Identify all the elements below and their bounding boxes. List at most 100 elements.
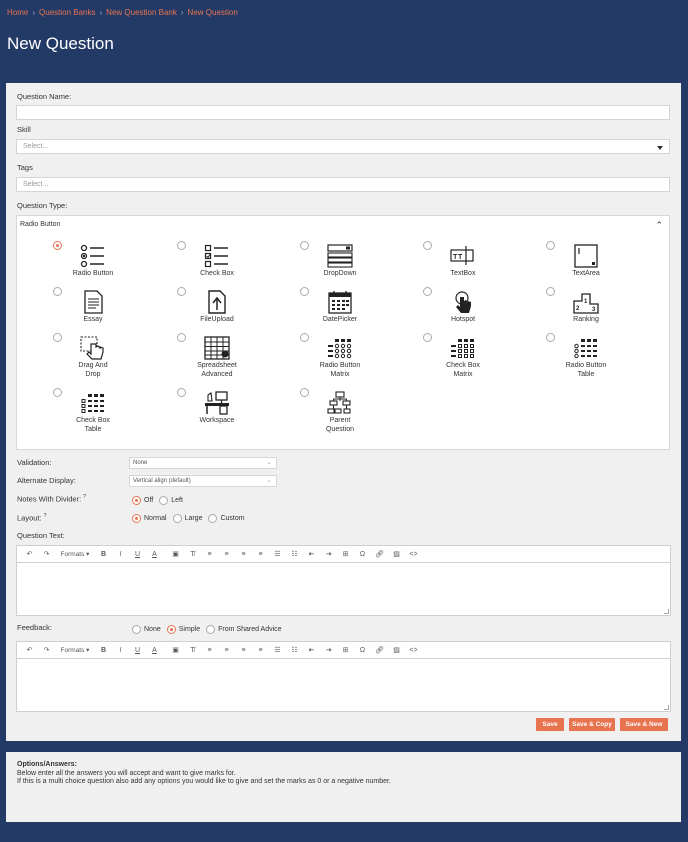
table-icon[interactable]: ⊞ <box>337 550 354 558</box>
question-text-area[interactable] <box>17 563 670 615</box>
question-type-radio[interactable] <box>53 287 62 296</box>
indent-icon[interactable]: ⇥ <box>320 646 337 654</box>
breadcrumb-question-banks[interactable]: Question Banks <box>39 8 95 17</box>
question-type-ranking[interactable]: 2 1 3 Ranking <box>546 287 626 325</box>
question-type-radio-button-matrix[interactable]: Radio Button Matrix <box>300 333 380 379</box>
help-icon[interactable]: ? <box>83 494 86 500</box>
layout-large-radio[interactable] <box>172 514 182 523</box>
bold-icon[interactable]: B <box>95 647 112 654</box>
skill-select[interactable]: Select... <box>16 139 670 154</box>
question-type-selected[interactable]: Radio Button <box>20 221 60 228</box>
numbered-list-icon[interactable]: ☷ <box>286 550 303 558</box>
resize-grip-icon[interactable] <box>664 609 669 614</box>
question-type-spreadsheet-advanced[interactable]: Spreadsheet Advanced <box>177 333 257 379</box>
question-type-datepicker[interactable]: DatePicker <box>300 287 380 325</box>
link-icon[interactable]: 🔗︎ <box>371 550 388 558</box>
align-justify-icon[interactable]: ≡ <box>252 647 269 654</box>
image-icon[interactable]: ▨ <box>388 646 405 654</box>
question-type-radio[interactable] <box>300 388 309 397</box>
redo-icon[interactable]: ↷ <box>38 646 55 654</box>
formats-dropdown[interactable]: Formats ▾ <box>55 550 95 558</box>
clear-format-icon[interactable]: T̸ <box>184 647 201 654</box>
question-type-check-box-matrix[interactable]: Check Box Matrix <box>423 333 503 379</box>
question-type-radio-button-table[interactable]: Radio Button Table <box>546 333 626 379</box>
outdent-icon[interactable]: ⇤ <box>303 550 320 558</box>
redo-icon[interactable]: ↷ <box>38 550 55 558</box>
question-type-radio[interactable] <box>300 287 309 296</box>
question-type-check-box-table[interactable]: Check Box Table <box>53 388 133 434</box>
question-type-radio[interactable] <box>423 333 432 342</box>
question-type-textbox[interactable]: T T TextBox <box>423 241 503 279</box>
table-icon[interactable]: ⊞ <box>337 646 354 654</box>
save-button[interactable]: Save <box>536 718 564 731</box>
breadcrumb-home[interactable]: Home <box>7 8 28 17</box>
question-name-input[interactable] <box>16 105 670 120</box>
code-icon[interactable]: <> <box>405 647 422 654</box>
question-type-essay[interactable]: Essay <box>53 287 133 325</box>
code-icon[interactable]: <> <box>405 551 422 558</box>
font-color-icon[interactable]: A <box>146 647 163 654</box>
formats-dropdown[interactable]: Formats ▾ <box>55 646 95 654</box>
special-char-icon[interactable]: Ω <box>354 647 371 654</box>
align-center-icon[interactable]: ≡ <box>218 551 235 558</box>
question-type-radio[interactable] <box>53 241 62 250</box>
chevron-up-icon[interactable]: ⌃ <box>655 220 663 231</box>
question-type-hotspot[interactable]: Hotspot <box>423 287 503 325</box>
align-right-icon[interactable]: ≡ <box>235 551 252 558</box>
underline-icon[interactable]: U <box>129 551 146 558</box>
align-left-icon[interactable]: ≡ <box>201 551 218 558</box>
underline-icon[interactable]: U <box>129 647 146 654</box>
feedback-none-radio[interactable] <box>132 625 141 634</box>
question-type-check-box[interactable]: Check Box <box>177 241 257 279</box>
question-type-radio[interactable] <box>177 333 186 342</box>
question-type-radio[interactable] <box>300 333 309 342</box>
question-type-workspace[interactable]: Workspace <box>177 388 257 426</box>
breadcrumb-new-question-bank[interactable]: New Question Bank <box>106 8 177 17</box>
question-type-fileupload[interactable]: FileUpload <box>177 287 257 325</box>
highlight-icon[interactable]: ▣ <box>167 646 184 654</box>
question-type-drag-and-drop[interactable]: Drag And Drop <box>53 333 133 379</box>
align-justify-icon[interactable]: ≡ <box>252 551 269 558</box>
align-left-icon[interactable]: ≡ <box>201 647 218 654</box>
question-type-radio[interactable] <box>300 241 309 250</box>
outdent-icon[interactable]: ⇤ <box>303 646 320 654</box>
question-type-radio[interactable] <box>546 241 555 250</box>
save-copy-button[interactable]: Save & Copy <box>569 718 615 731</box>
help-icon[interactable]: ? <box>44 513 47 519</box>
link-icon[interactable]: 🔗︎ <box>371 646 388 654</box>
feedback-text-area[interactable] <box>17 659 670 711</box>
save-new-button[interactable]: Save & New <box>620 718 668 731</box>
undo-icon[interactable]: ↶ <box>21 646 38 654</box>
notes-divider-off-radio[interactable] <box>132 496 141 505</box>
alternate-display-select[interactable]: Vertical align (default) ⌄ <box>129 475 277 487</box>
align-right-icon[interactable]: ≡ <box>235 647 252 654</box>
bold-icon[interactable]: B <box>95 551 112 558</box>
align-center-icon[interactable]: ≡ <box>218 647 235 654</box>
font-color-icon[interactable]: A <box>146 551 163 558</box>
highlight-icon[interactable]: ▣ <box>167 550 184 558</box>
question-type-radio[interactable] <box>546 333 555 342</box>
question-type-radio[interactable] <box>177 287 186 296</box>
image-icon[interactable]: ▨ <box>388 550 405 558</box>
feedback-shared-radio[interactable] <box>206 625 216 634</box>
italic-icon[interactable]: I <box>112 647 129 654</box>
question-type-radio[interactable] <box>53 388 62 397</box>
validation-select[interactable]: None ⌄ <box>129 457 277 469</box>
question-type-radio[interactable] <box>423 287 432 296</box>
question-type-parent-question[interactable]: Parent Question <box>300 388 380 434</box>
tags-select[interactable]: Select... <box>16 177 670 192</box>
undo-icon[interactable]: ↶ <box>21 550 38 558</box>
question-type-radio-button[interactable]: Radio Button <box>53 241 133 279</box>
bullet-list-icon[interactable]: ☰ <box>269 646 286 654</box>
feedback-simple-radio[interactable] <box>166 625 176 634</box>
bullet-list-icon[interactable]: ☰ <box>269 550 286 558</box>
numbered-list-icon[interactable]: ☷ <box>286 646 303 654</box>
question-type-textarea[interactable]: TextArea <box>546 241 626 279</box>
indent-icon[interactable]: ⇥ <box>320 550 337 558</box>
italic-icon[interactable]: I <box>112 551 129 558</box>
special-char-icon[interactable]: Ω <box>354 551 371 558</box>
question-type-radio[interactable] <box>423 241 432 250</box>
layout-normal-radio[interactable] <box>132 514 141 523</box>
notes-divider-left-radio[interactable] <box>159 496 169 505</box>
layout-custom-radio[interactable] <box>208 514 218 523</box>
